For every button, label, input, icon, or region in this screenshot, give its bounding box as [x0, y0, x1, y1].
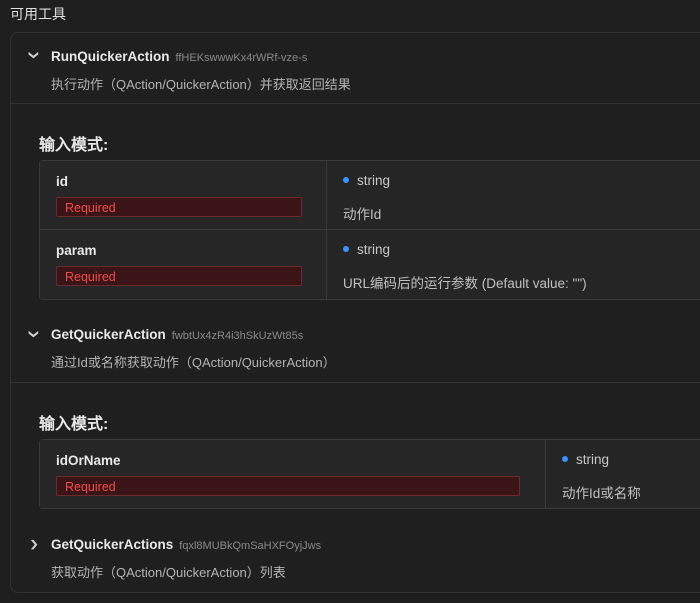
tool-id: fqxl8MUBkQmSaHXFOyjJws: [179, 540, 322, 552]
param-description: 动作Id: [343, 207, 382, 222]
param-description: URL编码后的运行参数 (Default value: ""): [343, 276, 587, 291]
table-row: param Required string URL编码后的运行参数 (Defau…: [40, 229, 700, 299]
param-table: id Required string 动作Id param Required s…: [39, 160, 700, 300]
tool-description: 通过Id或名称获取动作（QAction/QuickerAction）: [51, 355, 336, 370]
bullet-dot-icon: [343, 246, 349, 253]
tool-name: RunQuickerAction: [51, 49, 170, 64]
param-description: 动作Id或名称: [562, 486, 641, 501]
chevron-right-icon[interactable]: ❯: [29, 538, 39, 549]
tool-header-run-quicker-action[interactable]: ❯ RunQuickerAction ffHEKswwwKx4rWRf-vze-s…: [11, 33, 700, 103]
chevron-down-icon[interactable]: ❯: [28, 50, 39, 60]
schema-title: 输入模式:: [39, 137, 109, 154]
param-name: idOrName: [56, 453, 121, 468]
tool-header-get-quicker-actions[interactable]: ❯ GetQuickerActions fqxl8MUBkQmSaHXFOyjJw…: [11, 523, 700, 583]
tools-panel: ❯ RunQuickerAction ffHEKswwwKx4rWRf-vze-s…: [10, 32, 700, 593]
required-badge: Required: [56, 476, 520, 496]
tool-id: ffHEKswwwKx4rWRf-vze-s: [175, 52, 308, 64]
tool-description: 执行动作（QAction/QuickerAction）并获取返回结果: [51, 77, 351, 92]
required-badge: Required: [56, 266, 302, 286]
section-title: 可用工具: [10, 6, 66, 22]
divider: [11, 382, 700, 383]
param-type: string: [357, 242, 391, 257]
param-type: string: [357, 173, 391, 188]
tool-name: GetQuickerAction: [51, 327, 166, 342]
required-badge: Required: [56, 197, 302, 217]
tool-name: GetQuickerActions: [51, 537, 174, 552]
param-name: param: [56, 243, 97, 258]
divider: [11, 103, 700, 104]
bullet-dot-icon: [343, 177, 349, 184]
table-row: id Required string 动作Id: [40, 161, 700, 229]
tool-header-get-quicker-action[interactable]: ❯ GetQuickerAction fwbtUx4zR4i3hSkUzWt85s…: [11, 313, 700, 383]
param-table: idOrName Required string 动作Id或名称: [39, 439, 700, 509]
tool-id: fwbtUx4zR4i3hSkUzWt85s: [171, 330, 304, 342]
param-name: id: [56, 174, 68, 189]
bullet-dot-icon: [562, 456, 568, 463]
schema-title: 输入模式:: [39, 416, 109, 433]
param-type: string: [576, 452, 610, 467]
tool-description: 获取动作（QAction/QuickerAction）列表: [51, 565, 286, 580]
chevron-down-icon[interactable]: ❯: [28, 329, 39, 339]
table-row: idOrName Required string 动作Id或名称: [40, 440, 700, 508]
